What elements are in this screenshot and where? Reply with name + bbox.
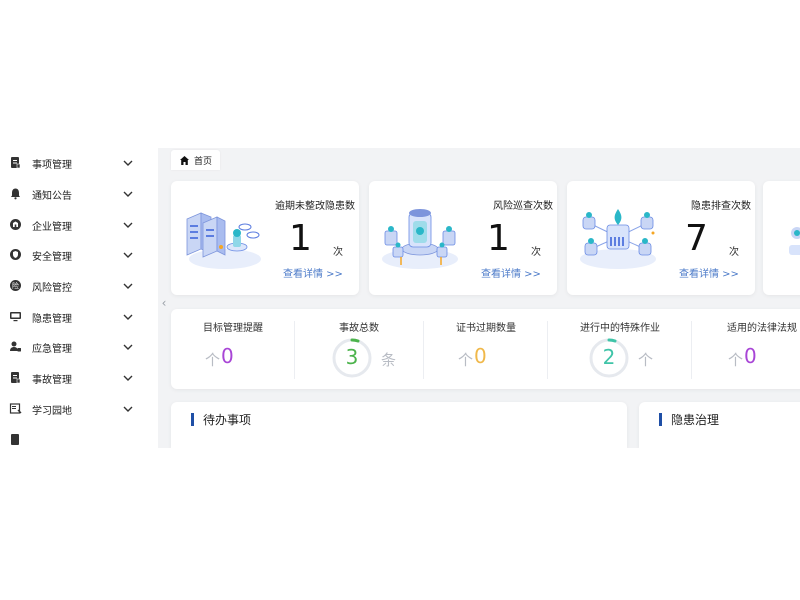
stat-card-title: 风险巡查次数 [493, 201, 553, 212]
sidebar-item-label: 学习园地 [32, 406, 72, 417]
sidebar-item-emergency[interactable]: 应急管理 [0, 332, 158, 362]
panel-accent-bar [659, 413, 662, 426]
panel-todo: 待办事项 [171, 402, 627, 448]
chevron-down-icon [123, 191, 133, 197]
home-icon [180, 155, 189, 165]
chevron-down-icon [123, 283, 133, 289]
metric-value: 0 [744, 344, 757, 368]
book-icon [9, 403, 22, 414]
sidebar-item-notices[interactable]: 通知公告 [0, 179, 158, 209]
sidebar-item-hazard[interactable]: 隐患管理 [0, 302, 158, 332]
metric-title: 适用的法律法规 [727, 323, 797, 334]
stat-card-title: 隐患排查次数 [691, 201, 751, 212]
chevron-down-icon [123, 222, 133, 228]
server-rack-illustration [186, 212, 261, 269]
metric-value: 2 [602, 345, 616, 369]
reactor-illustration [382, 209, 458, 269]
chevron-down-icon [123, 375, 133, 381]
sidebar-item-label: 应急管理 [32, 344, 72, 355]
partial-illustration [789, 227, 800, 255]
panel-title: 隐患治理 [671, 413, 720, 427]
stat-card-value: 1 [487, 218, 510, 259]
sidebar-item-safety[interactable]: 安全管理 [0, 240, 158, 270]
network-illustration [580, 209, 656, 269]
sidebar-item-label: 隐患管理 [32, 314, 72, 325]
document-icon [11, 434, 19, 445]
sidebar-item-risk-control[interactable]: 险 风险管控 [0, 271, 158, 301]
metric-value: 0 [474, 344, 487, 368]
panel-hazard-governance: 隐患治理 [639, 402, 800, 448]
shield-icon [10, 249, 21, 260]
metric-unit: 个 [205, 351, 221, 369]
metric-goal-reminders[interactable]: 目标管理提醒 个 0 [171, 309, 295, 389]
metric-unit: 条 [381, 351, 397, 369]
sidebar-item-more[interactable] [0, 425, 158, 448]
stat-card-unit: 次 [531, 247, 541, 258]
sidebar-item-enterprise[interactable]: 企业管理 [0, 210, 158, 240]
sidebar-item-label: 安全管理 [32, 252, 72, 263]
sidebar-item-label: 企业管理 [32, 222, 72, 233]
metric-special-operations[interactable]: 进行中的特殊作业 2 个 [548, 309, 692, 389]
document-icon [11, 372, 21, 384]
stat-card-title: 逾期未整改隐患数 [275, 201, 355, 212]
sidebar-item-label: 通知公告 [32, 191, 72, 202]
stat-card-partial [763, 181, 800, 295]
tab-label: 首页 [194, 156, 213, 167]
metric-title: 进行中的特殊作业 [580, 323, 660, 334]
sidebar-item-label: 风险管控 [32, 283, 72, 294]
metric-unit: 个 [728, 351, 744, 369]
metric-value: 0 [221, 344, 234, 368]
risk-icon: 险 [10, 280, 21, 291]
stat-card-risk-inspections: 风险巡查次数 1 次 查看详情 >> [369, 181, 557, 295]
document-icon [11, 157, 21, 169]
metric-expired-certificates[interactable]: 证书过期数量 个 0 [424, 309, 548, 389]
sidebar-item-accident[interactable]: 事故管理 [0, 363, 158, 393]
view-details-link[interactable]: 查看详情 >> [283, 265, 343, 280]
stat-card-unit: 次 [729, 247, 739, 258]
stat-card-unit: 次 [333, 247, 343, 258]
chevron-down-icon [123, 344, 133, 350]
metric-applicable-laws[interactable]: 适用的法律法规 个 0 [692, 309, 800, 389]
app-shell: 事项管理 通知公告 企业管理 安全管理 险 风险管控 隐患管理 应急管理 事故管… [0, 148, 800, 448]
sidebar: 事项管理 通知公告 企业管理 安全管理 险 风险管控 隐患管理 应急管理 事故管… [0, 148, 158, 448]
sidebar-item-learning[interactable]: 学习园地 [0, 394, 158, 424]
stat-card-value: 1 [289, 218, 312, 259]
panel-title: 待办事项 [203, 413, 252, 427]
metric-title: 证书过期数量 [456, 323, 516, 334]
metric-total-accidents[interactable]: 事故总数 3 条 [295, 309, 423, 389]
chevron-down-icon [123, 406, 133, 412]
metric-title: 目标管理提醒 [203, 323, 263, 334]
sidebar-item-label: 事项管理 [32, 160, 72, 171]
metric-unit: 个 [638, 351, 654, 369]
metric-summary-row: 目标管理提醒 个 0 事故总数 3 条 证书过期数量 个 0 进行中的特殊作业 … [171, 309, 800, 389]
metric-value: 3 [345, 345, 359, 369]
panel-accent-bar [191, 413, 194, 426]
stat-card-value: 7 [685, 218, 708, 259]
metric-title: 事故总数 [339, 323, 379, 334]
monitor-icon [10, 312, 21, 322]
building-icon [10, 219, 21, 230]
svg-text:险: 险 [12, 281, 19, 290]
stat-card-hazard-checks: 隐患排查次数 7 次 查看详情 >> [567, 181, 755, 295]
view-details-link[interactable]: 查看详情 >> [481, 265, 541, 280]
main-content: 首页 逾期未整改隐患数 1 次 查看详情 >> 风险巡查次数 1 次 查看详情 … [158, 148, 800, 448]
view-details-link[interactable]: 查看详情 >> [679, 265, 739, 280]
user-lock-icon [10, 341, 21, 352]
sidebar-item-label: 事故管理 [32, 375, 72, 386]
metric-unit: 个 [458, 351, 474, 369]
chevron-down-icon [123, 160, 133, 166]
bell-icon [11, 188, 20, 200]
chevron-down-icon [123, 314, 133, 320]
tab-home[interactable]: 首页 [171, 150, 221, 170]
sidebar-item-event-management[interactable]: 事项管理 [0, 148, 158, 178]
chevron-down-icon [123, 252, 133, 258]
stat-card-overdue-hazards: 逾期未整改隐患数 1 次 查看详情 >> [171, 181, 359, 295]
